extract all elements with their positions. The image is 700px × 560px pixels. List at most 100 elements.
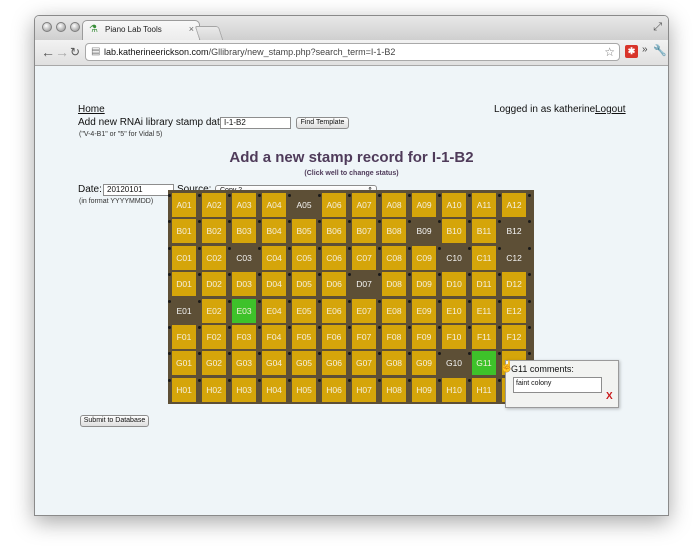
well-G01[interactable]: G01 [172,351,196,376]
well-C08[interactable]: C08 [382,245,406,270]
well-E07[interactable]: E07 [352,298,376,323]
url-text[interactable]: lab.katherineerickson.com/Gllibrary/new_… [104,47,395,57]
address-bar[interactable]: ▤ lab.katherineerickson.com/Gllibrary/ne… [85,43,620,61]
well-H05[interactable]: H05 [292,377,316,402]
fullscreen-icon[interactable]: ⤢ [653,21,662,34]
forward-arrow-icon[interactable]: → [55,44,69,60]
well-H10[interactable]: H10 [442,377,466,402]
wrench-icon[interactable]: 🔧 [653,44,667,57]
tab-close-icon[interactable]: × [189,24,194,34]
well-E03[interactable]: E03 [232,298,256,323]
date-input[interactable]: 20120101 [103,184,174,196]
well-A09[interactable]: A09 [412,193,436,217]
well-B11[interactable]: B11 [472,219,496,244]
well-B03[interactable]: B03 [232,219,256,244]
well-A11[interactable]: A11 [472,193,496,217]
browser-tab[interactable]: ⚗ Piano Lab Tools × [82,20,200,40]
minimize-window-button[interactable] [56,22,66,32]
well-C03[interactable]: C03 [232,246,256,270]
well-D01[interactable]: D01 [172,272,196,297]
well-F08[interactable]: F08 [382,325,406,349]
well-C09[interactable]: C09 [412,245,436,270]
well-G02[interactable]: G02 [202,351,226,376]
well-F09[interactable]: F09 [412,325,436,349]
well-B06[interactable]: B06 [322,219,346,244]
well-B05[interactable]: B05 [292,219,316,244]
well-F12[interactable]: F12 [502,325,526,349]
well-F05[interactable]: F05 [292,325,316,349]
well-E06[interactable]: E06 [322,298,346,323]
well-F01[interactable]: F01 [172,325,196,349]
well-B07[interactable]: B07 [352,219,376,244]
close-window-button[interactable] [42,22,52,32]
well-G04[interactable]: G04 [262,351,286,376]
well-E12[interactable]: E12 [502,298,526,323]
well-F04[interactable]: F04 [262,325,286,349]
well-A10[interactable]: A10 [442,193,466,217]
well-D07[interactable]: D07 [352,272,376,296]
well-F06[interactable]: F06 [322,325,346,349]
well-H02[interactable]: H02 [202,377,226,402]
well-C12[interactable]: C12 [502,246,526,270]
well-H08[interactable]: H08 [382,377,406,402]
zoom-window-button[interactable] [70,22,80,32]
well-B04[interactable]: B04 [262,219,286,244]
well-E01[interactable]: E01 [172,299,196,323]
well-F11[interactable]: F11 [472,325,496,349]
well-G05[interactable]: G05 [292,351,316,376]
well-D11[interactable]: D11 [472,272,496,297]
well-G09[interactable]: G09 [412,351,436,376]
well-D03[interactable]: D03 [232,272,256,297]
well-G03[interactable]: G03 [232,351,256,376]
well-A12[interactable]: A12 [502,193,526,217]
more-extensions-icon[interactable]: » [642,44,648,55]
well-B12[interactable]: B12 [502,219,526,243]
well-D08[interactable]: D08 [382,272,406,297]
well-E05[interactable]: E05 [292,298,316,323]
find-template-button[interactable]: Find Template [296,117,349,129]
well-G06[interactable]: G06 [322,351,346,376]
well-A03[interactable]: A03 [232,193,256,217]
close-comment-button[interactable]: X [606,391,613,402]
well-C05[interactable]: C05 [292,245,316,270]
well-E09[interactable]: E09 [412,298,436,323]
well-H03[interactable]: H03 [232,377,256,402]
well-E10[interactable]: E10 [442,298,466,323]
submit-button[interactable]: Submit to Database [80,415,149,427]
well-B10[interactable]: B10 [442,219,466,244]
well-B01[interactable]: B01 [172,219,196,244]
well-G11[interactable]: G11 [472,351,496,376]
well-A02[interactable]: A02 [202,193,226,217]
well-E11[interactable]: E11 [472,298,496,323]
well-A08[interactable]: A08 [382,193,406,217]
comment-textarea[interactable]: faint colony [513,377,602,393]
well-F02[interactable]: F02 [202,325,226,349]
well-G10[interactable]: G10 [442,351,466,375]
well-H06[interactable]: H06 [322,377,346,402]
well-D09[interactable]: D09 [412,272,436,297]
well-A07[interactable]: A07 [352,193,376,217]
well-F10[interactable]: F10 [442,325,466,349]
well-A05[interactable]: A05 [292,193,316,217]
well-H11[interactable]: H11 [472,377,496,402]
well-F07[interactable]: F07 [352,325,376,349]
reload-icon[interactable]: ↻ [70,44,80,60]
well-C11[interactable]: C11 [472,245,496,270]
well-D04[interactable]: D04 [262,272,286,297]
well-C06[interactable]: C06 [322,245,346,270]
well-G08[interactable]: G08 [382,351,406,376]
well-D05[interactable]: D05 [292,272,316,297]
well-H09[interactable]: H09 [412,377,436,402]
well-C10[interactable]: C10 [442,246,466,270]
well-C07[interactable]: C07 [352,245,376,270]
well-B09[interactable]: B09 [412,219,436,243]
well-H07[interactable]: H07 [352,377,376,402]
well-D02[interactable]: D02 [202,272,226,297]
extension-icon[interactable]: ✱ [625,45,638,58]
well-H04[interactable]: H04 [262,377,286,402]
search-input[interactable]: I-1-B2 [220,117,291,129]
well-H01[interactable]: H01 [172,377,196,402]
well-E08[interactable]: E08 [382,298,406,323]
well-D10[interactable]: D10 [442,272,466,297]
logout-link[interactable]: Logout [595,104,626,115]
